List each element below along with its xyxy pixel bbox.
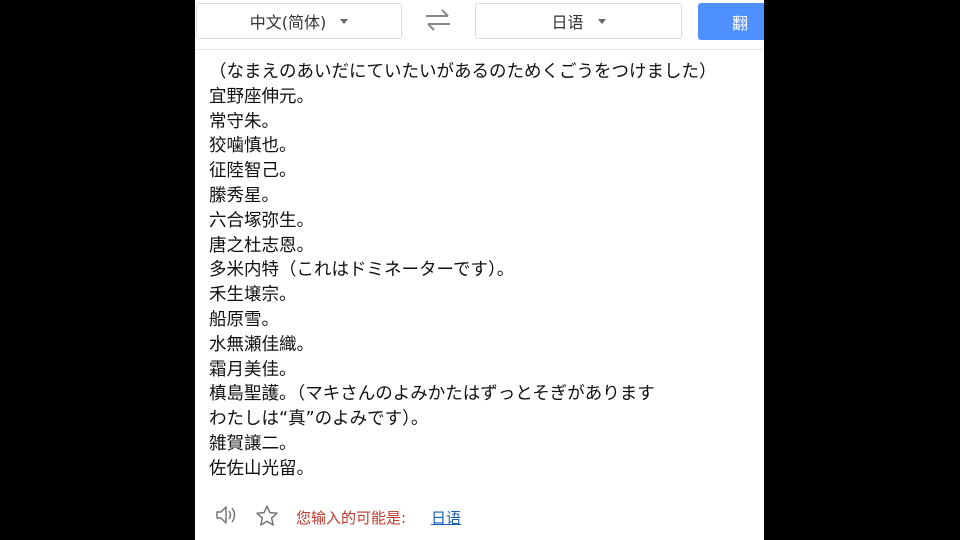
text-line: 禾生壌宗。	[209, 285, 297, 306]
detected-language-label: 您输入的可能是:	[296, 509, 407, 527]
language-bar: 中文(简体) 日语 翻	[195, 0, 764, 50]
text-line: 六合塚弥生。	[209, 210, 314, 231]
detected-language-link[interactable]: 日语	[431, 507, 461, 528]
text-line: わたしは“真”のよみです）。	[209, 409, 429, 430]
text-line: 佐佐山光留。	[209, 458, 314, 479]
text-line: 狡噛慎也。	[209, 136, 297, 157]
swap-icon[interactable]	[423, 8, 453, 32]
caret-down-icon	[597, 18, 606, 24]
text-line: 多米内特（これはドミネーターです）。	[209, 260, 515, 281]
text-line: 唐之杜志恩。	[209, 235, 314, 256]
text-line: 霜月美佳。	[209, 359, 297, 380]
text-line: 征陸智己。	[209, 161, 297, 182]
translate-button[interactable]: 翻	[698, 3, 764, 40]
source-text-area[interactable]: （なまえのあいだにていたいがあるのためくごうをつけました） 宜野座伸元。 常守朱。狡…	[209, 60, 757, 482]
text-line: 船原雪。	[209, 309, 279, 330]
source-language-label: 中文(简体)	[249, 13, 327, 32]
text-line: （なまえのあいだにていたいがあるのためくごうをつけました）	[209, 62, 717, 82]
text-line: 常守朱。	[209, 111, 279, 132]
text-line: 宜野座伸元。	[209, 86, 314, 107]
caret-down-icon	[340, 18, 349, 24]
text-line: 水無瀬佳織。	[209, 334, 314, 355]
source-language-select[interactable]: 中文(简体)	[196, 3, 402, 39]
text-line: 縢秀星。	[209, 185, 279, 206]
speaker-icon[interactable]	[215, 504, 239, 526]
target-language-select[interactable]: 日语	[475, 3, 682, 39]
footer-bar: 您输入的可能是: 日语	[195, 500, 764, 534]
translator-panel: 中文(简体) 日语 翻 （なまえのあいだにていたいがあるのためくごうをつけました…	[195, 0, 764, 540]
text-line: 雑賀譲二。	[209, 433, 297, 454]
target-language-label: 日语	[551, 13, 584, 32]
star-icon[interactable]	[255, 504, 279, 528]
text-line: 槙島聖護。（マキさんのよみかたはずっとそぎがあります	[209, 384, 655, 405]
